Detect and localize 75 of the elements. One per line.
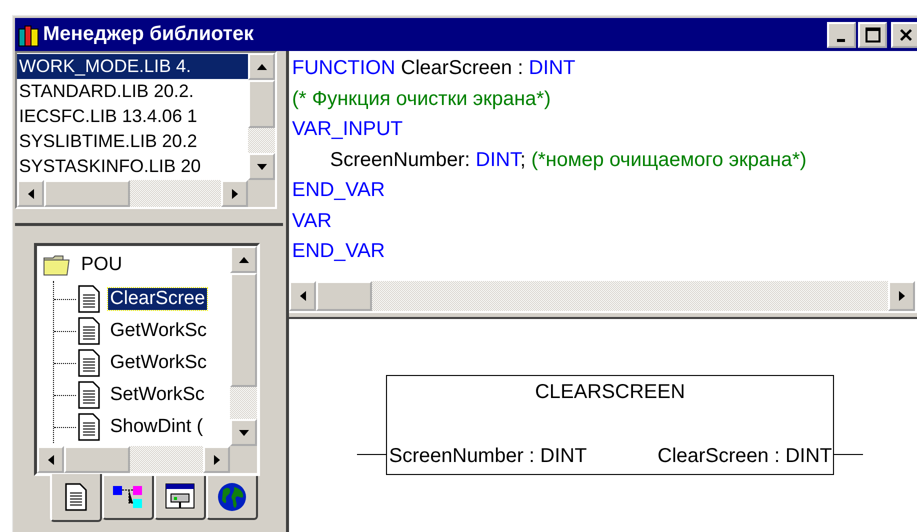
left-arrow-icon <box>28 188 34 198</box>
scroll-left-button[interactable] <box>289 281 316 311</box>
document-icon <box>78 317 100 345</box>
scroll-down-button[interactable] <box>230 419 257 446</box>
tab[interactable] <box>154 476 206 520</box>
window-title: Менеджер библиотек <box>43 23 255 46</box>
close-button[interactable] <box>891 22 917 48</box>
code-line: FUNCTION ClearScreen : DINT <box>292 56 576 81</box>
globe-icon <box>217 482 247 512</box>
scroll-down-button[interactable] <box>248 153 275 180</box>
maximize-icon <box>864 26 880 42</box>
tab[interactable] <box>50 474 102 522</box>
right-arrow-icon <box>898 291 904 301</box>
document-icon <box>78 413 100 441</box>
minimize-button[interactable] <box>827 22 856 48</box>
scroll-thumb[interactable] <box>230 273 257 387</box>
library-item[interactable]: STANDARD.LIB 20.2. <box>17 79 248 104</box>
scrollbar[interactable] <box>17 180 248 207</box>
tree-item[interactable]: POU <box>79 254 124 276</box>
tree-item[interactable]: ClearScree <box>108 288 208 310</box>
input-label: ScreenNumber : DINT <box>389 445 587 468</box>
library-item[interactable]: SYSLIBTIME.LIB 20.2 <box>17 129 248 154</box>
scroll-up-button[interactable] <box>230 246 257 273</box>
close-icon <box>898 28 912 42</box>
scrollbar[interactable] <box>230 246 257 446</box>
block-title: CLEARSCREEN <box>534 380 686 404</box>
scroll-track[interactable] <box>248 128 275 153</box>
down-arrow-icon <box>256 164 266 170</box>
scroll-thumb[interactable] <box>248 80 275 128</box>
code-line: VAR <box>292 208 333 234</box>
window-icon <box>165 483 195 511</box>
scroll-up-button[interactable] <box>248 53 275 80</box>
scroll-thumb[interactable] <box>44 180 130 207</box>
code-line: ScreenNumber: DINT; (*номер очищаемого экрана*) <box>329 148 808 172</box>
scrollbar[interactable] <box>248 53 275 180</box>
scroll-thumb[interactable] <box>316 281 372 311</box>
hierarchy-icon <box>112 484 144 510</box>
scroll-right-button[interactable] <box>888 281 915 311</box>
tree-item[interactable]: SetWorkSc <box>108 384 207 406</box>
document-icon <box>78 381 100 409</box>
left-arrow-icon <box>300 291 306 301</box>
tree-item[interactable]: GetWorkSc <box>108 320 209 342</box>
scrollbar-corner <box>248 180 275 207</box>
code-line: END_VAR <box>292 178 386 203</box>
down-arrow-icon <box>238 430 248 436</box>
minimize-icon <box>836 38 844 42</box>
scroll-left-button[interactable] <box>17 180 44 207</box>
right-arrow-icon <box>232 188 238 198</box>
right-arrow-icon <box>214 454 220 464</box>
books-icon <box>18 22 40 46</box>
tab[interactable] <box>102 476 154 520</box>
up-arrow-icon <box>256 64 266 70</box>
maximize-button[interactable] <box>858 22 887 48</box>
tab[interactable] <box>206 476 258 520</box>
library-item[interactable]: SYSTASKINFO.LIB 20 <box>17 154 248 179</box>
scrollbar-corner <box>230 446 257 473</box>
output-label: ClearScreen : DINT <box>658 445 832 468</box>
tree-item[interactable]: ShowDint ( <box>108 416 205 438</box>
left-arrow-icon <box>48 454 54 464</box>
code-line: END_VAR <box>292 239 386 264</box>
library-item[interactable]: WORK_MODE.LIB 4. <box>17 54 248 79</box>
up-arrow-icon <box>238 256 248 262</box>
tree-item[interactable]: GetWorkSc <box>108 352 209 374</box>
code-line: (* Функция очистки экрана*) <box>292 86 552 112</box>
scrollbar[interactable] <box>37 446 230 473</box>
scroll-right-button[interactable] <box>221 180 248 207</box>
scroll-right-button[interactable] <box>203 446 230 473</box>
scrollbar[interactable] <box>289 281 915 311</box>
scroll-thumb[interactable] <box>64 446 130 473</box>
library-item[interactable]: IECSFC.LIB 13.4.06 1 <box>17 104 248 129</box>
scroll-left-button[interactable] <box>37 446 64 473</box>
document-icon <box>78 285 100 313</box>
document-icon <box>78 349 100 377</box>
code-line: VAR_INPUT <box>292 117 404 142</box>
document-icon <box>65 483 87 511</box>
